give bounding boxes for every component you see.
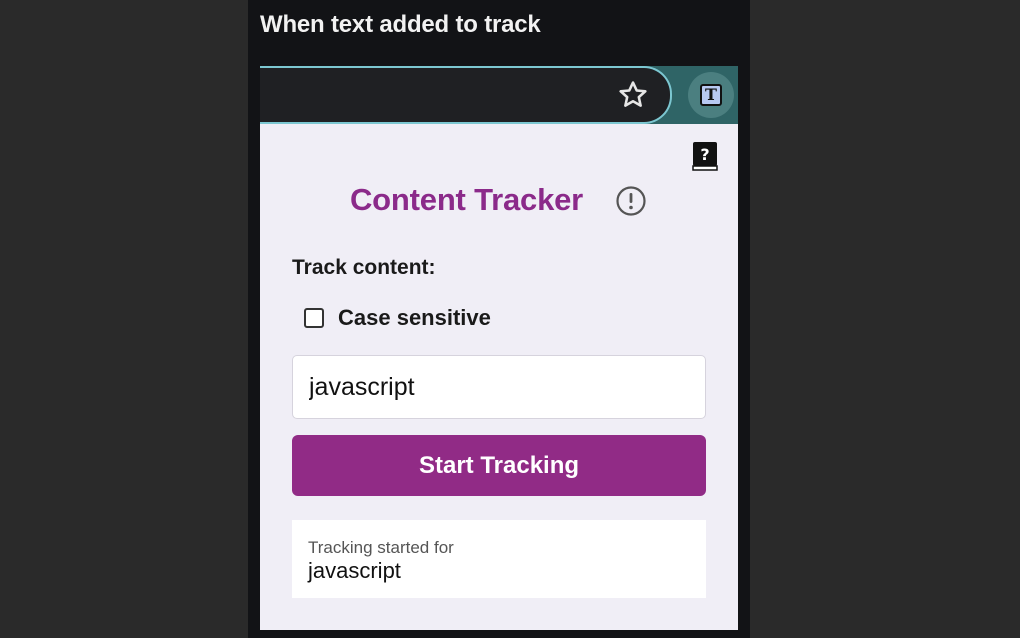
- exclamation-circle-icon[interactable]: [615, 185, 647, 217]
- star-icon[interactable]: [616, 78, 650, 112]
- status-label: Tracking started for: [308, 538, 454, 557]
- status-value: javascript: [308, 558, 401, 583]
- case-sensitive-checkbox[interactable]: [304, 308, 324, 328]
- browser-toolbar: T: [260, 66, 738, 124]
- caption-heading: When text added to track: [260, 11, 541, 38]
- track-content-label: Track content:: [292, 256, 436, 279]
- title-row: Content Tracker: [260, 180, 738, 220]
- help-book-icon[interactable]: ?: [692, 141, 718, 171]
- extension-popup: ? Content Tracker Track content: Case se…: [260, 124, 738, 630]
- start-tracking-button[interactable]: Start Tracking: [292, 435, 706, 496]
- address-bar[interactable]: [260, 66, 672, 124]
- popup-title: Content Tracker: [350, 182, 584, 217]
- case-sensitive-label[interactable]: Case sensitive: [338, 305, 491, 331]
- help-glyph: ?: [700, 145, 709, 164]
- extension-t-icon[interactable]: T: [700, 84, 722, 106]
- status-panel: Tracking started for javascript: [292, 520, 706, 598]
- screenshot-stage: When text added to track T ? Content Tra…: [0, 0, 1020, 638]
- track-content-input[interactable]: [292, 355, 706, 419]
